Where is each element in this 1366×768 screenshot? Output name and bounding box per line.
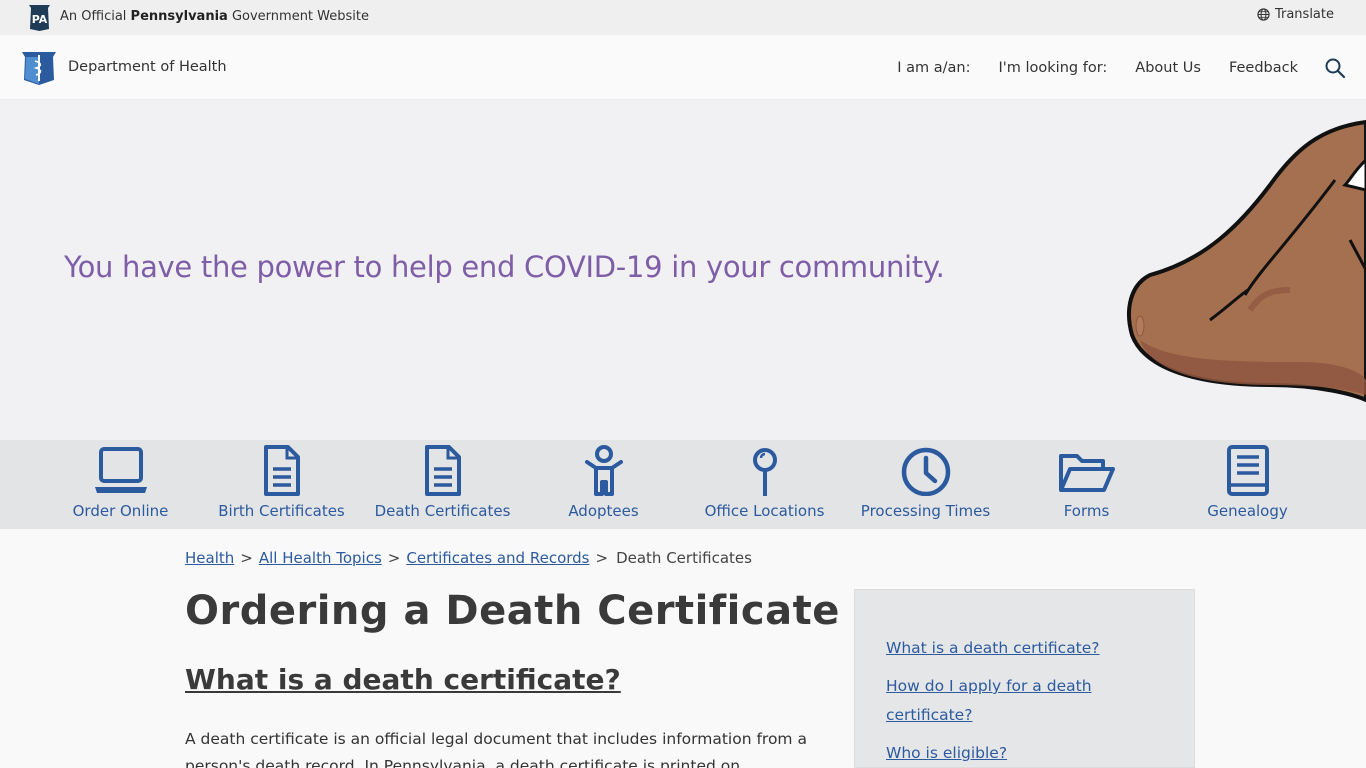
department-name[interactable]: Department of Health xyxy=(68,59,227,75)
quick-link-forms[interactable]: Forms xyxy=(1006,440,1167,529)
child-icon xyxy=(584,445,623,496)
quick-links-bar: Order Online Birth Certificates Death Ce… xyxy=(0,440,1366,529)
main-nav: I am a/an: I'm looking for: About Us Fee… xyxy=(869,35,1346,100)
quick-link-birth-certificates[interactable]: Birth Certificates xyxy=(201,440,362,529)
breadcrumb-all-health-topics[interactable]: All Health Topics xyxy=(259,549,382,567)
official-suffix: Government Website xyxy=(231,9,369,24)
translate-label: Translate xyxy=(1274,7,1334,22)
document-icon xyxy=(424,445,461,496)
quick-link-order-online[interactable]: Order Online xyxy=(40,440,201,529)
breadcrumb-separator: > xyxy=(387,549,401,567)
breadcrumb-separator: > xyxy=(240,549,253,567)
quick-link-label: Birth Certificates xyxy=(218,502,345,520)
hero-message: You have the power to help end COVID-19 … xyxy=(64,250,945,284)
on-this-page-sidebar: What is a death certificate? How do I ap… xyxy=(854,589,1195,768)
breadcrumb-separator: > xyxy=(595,549,609,567)
quick-link-label: Office Locations xyxy=(704,502,825,520)
folder-open-icon xyxy=(1058,454,1115,492)
official-site-label: An Official Pennsylvania Government Webs… xyxy=(60,9,369,24)
translate-button[interactable]: Translate xyxy=(1257,7,1334,22)
quick-link-office-locations[interactable]: Office Locations xyxy=(684,440,845,529)
quick-link-label: Order Online xyxy=(72,502,169,520)
book-icon xyxy=(1226,445,1269,496)
globe-icon xyxy=(1257,8,1270,21)
quick-link-adoptees[interactable]: Adoptees xyxy=(523,440,684,529)
site-header: Department of Health I am a/an: I'm look… xyxy=(0,35,1366,100)
sidebar-link-how-to-apply[interactable]: How do I apply for a death certificate? xyxy=(886,672,1146,730)
breadcrumb-current: Death Certificates xyxy=(616,549,752,567)
pa-badge-text: PA xyxy=(32,13,48,26)
nav-looking-for[interactable]: I'm looking for: xyxy=(999,60,1108,76)
document-icon xyxy=(263,445,300,496)
quick-link-label: Adoptees xyxy=(568,502,639,520)
nav-i-am[interactable]: I am a/an: xyxy=(897,60,970,76)
nav-feedback[interactable]: Feedback xyxy=(1229,60,1298,76)
pa-keystone-icon: PA xyxy=(29,5,50,31)
quick-link-label: Genealogy xyxy=(1207,502,1288,520)
nav-about-us[interactable]: About Us xyxy=(1135,60,1201,76)
official-site-bar: PA An Official Pennsylvania Government W… xyxy=(0,0,1366,35)
department-logo-icon[interactable] xyxy=(22,51,56,85)
intro-paragraph: A death certificate is an official legal… xyxy=(185,730,807,768)
laptop-icon xyxy=(94,447,147,493)
map-pin-icon xyxy=(752,448,777,496)
breadcrumb-certificates-records[interactable]: Certificates and Records xyxy=(406,549,589,567)
quick-link-label: Death Certificates xyxy=(374,502,511,520)
clock-icon xyxy=(901,447,950,496)
sidebar-link-who-eligible[interactable]: Who is eligible? xyxy=(886,739,1146,768)
quick-link-processing-times[interactable]: Processing Times xyxy=(845,440,1006,529)
official-prefix: An Official xyxy=(60,9,127,24)
quick-link-genealogy[interactable]: Genealogy xyxy=(1167,440,1328,529)
breadcrumb-health[interactable]: Health xyxy=(185,549,234,567)
section-heading-what-is[interactable]: What is a death certificate? xyxy=(185,663,621,696)
sidebar-link-what-is[interactable]: What is a death certificate? xyxy=(886,634,1146,663)
page-title: Ordering a Death Certificate xyxy=(185,588,840,634)
official-state: Pennsylvania xyxy=(130,9,228,24)
quick-link-death-certificates[interactable]: Death Certificates xyxy=(362,440,523,529)
quick-link-label: Forms xyxy=(1063,502,1110,520)
search-icon[interactable] xyxy=(1324,57,1346,79)
breadcrumb: Health > All Health Topics > Certificates an… xyxy=(185,549,752,567)
flexed-arm-illustration xyxy=(1127,120,1366,402)
quick-link-label: Processing Times xyxy=(860,502,991,520)
covid-hero-banner[interactable]: You have the power to help end COVID-19 … xyxy=(0,100,1366,440)
